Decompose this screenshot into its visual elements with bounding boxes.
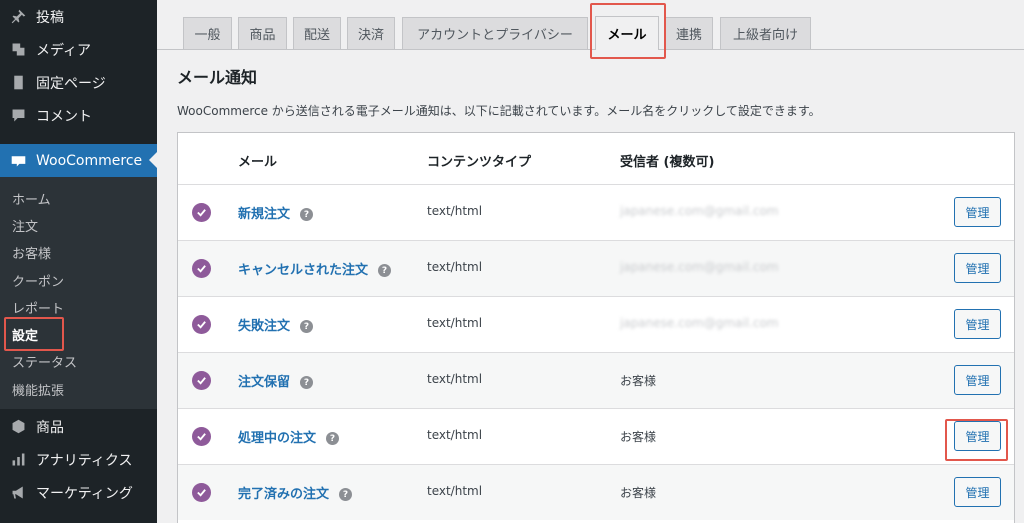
content-type: text/html bbox=[427, 428, 483, 442]
column-header-content-type: コンテンツタイプ bbox=[427, 155, 532, 170]
submenu-extensions[interactable]: 機能拡張 bbox=[12, 380, 64, 399]
table-row: 失敗注文? text/html japanese.com@gmail.com 管… bbox=[178, 296, 1014, 352]
tab-payments[interactable]: 決済 bbox=[347, 17, 395, 49]
email-name-link[interactable]: 完了済みの注文? bbox=[238, 483, 353, 502]
manage-button[interactable]: 管理 bbox=[954, 477, 1001, 507]
email-name-text[interactable]: 注文保留 bbox=[238, 375, 290, 390]
email-name-text[interactable]: 完了済みの注文 bbox=[238, 487, 329, 502]
email-notifications-table: メール コンテンツタイプ 受信者 (複数可) 新規注文? text/html j… bbox=[177, 132, 1015, 523]
email-tab-highlight-box bbox=[590, 3, 666, 59]
email-name-link[interactable]: 失敗注文? bbox=[238, 315, 314, 334]
submenu-coupons[interactable]: クーポン bbox=[12, 271, 64, 290]
email-name-text[interactable]: 処理中の注文 bbox=[238, 431, 316, 446]
box-icon bbox=[0, 418, 36, 435]
column-header-email: メール bbox=[238, 155, 278, 170]
email-name-link[interactable]: 注文保留? bbox=[238, 371, 314, 390]
enabled-check-icon bbox=[192, 483, 211, 502]
email-name-link[interactable]: 新規注文? bbox=[238, 203, 314, 222]
submenu-customers[interactable]: お客様 bbox=[12, 243, 51, 262]
menu-item-pages[interactable]: 固定ページ bbox=[0, 66, 157, 99]
tab-advanced[interactable]: 上級者向け bbox=[720, 17, 811, 49]
submenu-reports[interactable]: レポート bbox=[12, 298, 64, 317]
menu-label: アナリティクス bbox=[36, 452, 133, 469]
submenu-status[interactable]: ステータス bbox=[12, 352, 77, 371]
help-icon: ? bbox=[378, 264, 392, 277]
tab-accounts-privacy[interactable]: アカウントとプライバシー bbox=[402, 17, 588, 49]
recipient: お客様 bbox=[620, 486, 657, 500]
manage-button[interactable]: 管理 bbox=[954, 253, 1001, 283]
manage-button[interactable]: 管理 bbox=[954, 197, 1001, 227]
help-icon: ? bbox=[300, 376, 314, 389]
page-description: WooCommerce から送信される電子メール通知は、以下に記載されています。… bbox=[177, 104, 821, 118]
recipient: お客様 bbox=[620, 430, 657, 444]
tab-integration[interactable]: 連携 bbox=[665, 17, 713, 49]
menu-item-media[interactable]: メディア bbox=[0, 33, 157, 66]
current-menu-arrow bbox=[149, 152, 157, 168]
column-header-recipients: 受信者 (複数可) bbox=[620, 155, 715, 170]
content-type: text/html bbox=[427, 372, 483, 386]
woo-icon bbox=[0, 152, 36, 169]
menu-label: WooCommerce bbox=[36, 152, 143, 169]
content-type: text/html bbox=[427, 204, 483, 218]
menu-label: マーケティング bbox=[36, 485, 133, 502]
content-type: text/html bbox=[427, 316, 483, 330]
manage-button[interactable]: 管理 bbox=[954, 309, 1001, 339]
recipient: japanese.com@gmail.com bbox=[620, 204, 779, 218]
pin-icon bbox=[0, 8, 36, 25]
tab-products[interactable]: 商品 bbox=[238, 17, 287, 49]
megaphone-icon bbox=[0, 484, 36, 501]
menu-item-comments[interactable]: コメント bbox=[0, 99, 157, 132]
menu-label: 固定ページ bbox=[36, 75, 106, 92]
menu-item-woocommerce[interactable]: WooCommerce bbox=[0, 144, 157, 177]
table-row: 新規注文? text/html japanese.com@gmail.com 管… bbox=[178, 184, 1014, 240]
settings-highlight-box bbox=[4, 317, 64, 351]
submenu-orders[interactable]: 注文 bbox=[12, 216, 38, 235]
email-name-text[interactable]: キャンセルされた注文 bbox=[238, 263, 368, 278]
help-icon: ? bbox=[300, 320, 314, 333]
recipient: japanese.com@gmail.com bbox=[620, 316, 779, 330]
chart-icon bbox=[0, 451, 36, 468]
menu-item-products[interactable]: 商品 bbox=[0, 410, 157, 443]
admin-sidebar: 投稿 メディア 固定ページ コメント WooCommerce ホーム 注文 お客… bbox=[0, 0, 157, 523]
comment-icon bbox=[0, 107, 36, 124]
media-icon bbox=[0, 41, 36, 58]
recipient: お客様 bbox=[620, 374, 657, 388]
table-row: キャンセルされた注文? text/html japanese.com@gmail… bbox=[178, 240, 1014, 296]
menu-item-marketing[interactable]: マーケティング bbox=[0, 476, 157, 509]
page-title: メール通知 bbox=[177, 68, 258, 87]
page-icon bbox=[0, 74, 36, 91]
menu-label: メディア bbox=[36, 42, 92, 59]
help-icon: ? bbox=[326, 432, 340, 445]
submenu-home[interactable]: ホーム bbox=[12, 189, 51, 208]
help-icon: ? bbox=[300, 208, 314, 221]
table-row: 処理中の注文? text/html お客様 管理 bbox=[178, 408, 1014, 464]
table-row: 完了済みの注文? text/html お客様 管理 bbox=[178, 464, 1014, 520]
enabled-check-icon bbox=[192, 259, 211, 278]
manage-button-highlight-box bbox=[945, 419, 1008, 461]
woocommerce-submenu: ホーム 注文 お客様 クーポン レポート 設定 ステータス 機能拡張 bbox=[0, 177, 157, 409]
menu-label: コメント bbox=[36, 108, 92, 125]
email-name-link[interactable]: 処理中の注文? bbox=[238, 427, 340, 446]
email-name-text[interactable]: 失敗注文 bbox=[238, 319, 290, 334]
menu-label: 投稿 bbox=[36, 9, 64, 26]
enabled-check-icon bbox=[192, 427, 211, 446]
email-name-link[interactable]: キャンセルされた注文? bbox=[238, 259, 392, 278]
recipient: japanese.com@gmail.com bbox=[620, 260, 779, 274]
content-type: text/html bbox=[427, 484, 483, 498]
enabled-check-icon bbox=[192, 203, 211, 222]
enabled-check-icon bbox=[192, 371, 211, 390]
menu-item-posts[interactable]: 投稿 bbox=[0, 0, 157, 33]
help-icon: ? bbox=[339, 488, 353, 501]
manage-button[interactable]: 管理 bbox=[954, 365, 1001, 395]
menu-item-analytics[interactable]: アナリティクス bbox=[0, 443, 157, 476]
tab-shipping[interactable]: 配送 bbox=[293, 17, 341, 49]
table-row: 注文保留? text/html お客様 管理 bbox=[178, 352, 1014, 408]
email-name-text[interactable]: 新規注文 bbox=[238, 207, 290, 222]
menu-label: 商品 bbox=[36, 419, 64, 436]
enabled-check-icon bbox=[192, 315, 211, 334]
tab-general[interactable]: 一般 bbox=[183, 17, 232, 49]
content-type: text/html bbox=[427, 260, 483, 274]
